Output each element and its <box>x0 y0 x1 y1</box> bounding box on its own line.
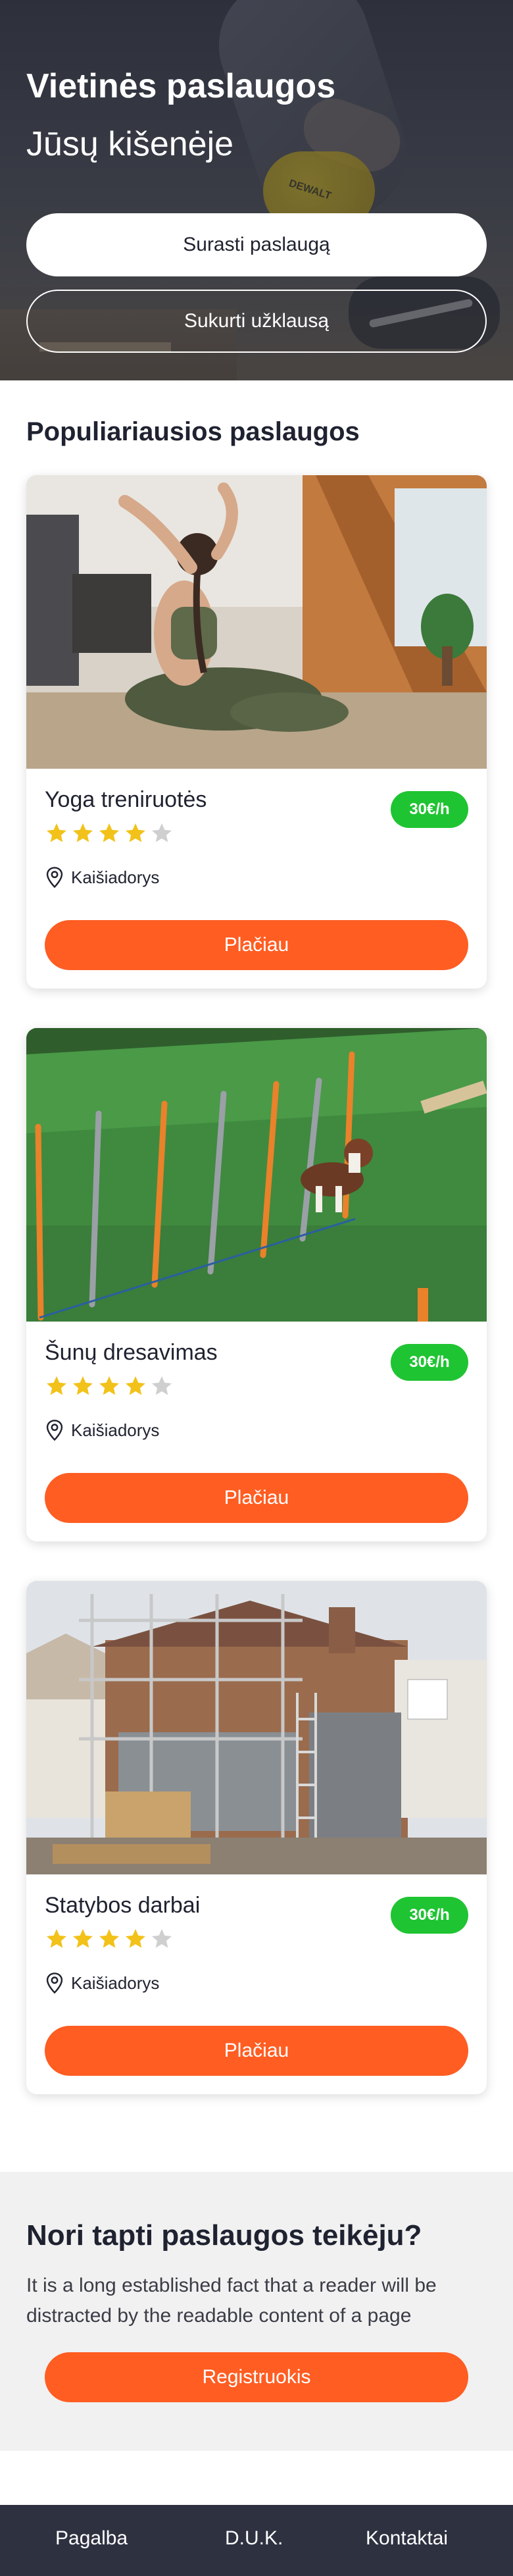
rating-stars <box>45 1927 174 1951</box>
footer-link-help[interactable]: Pagalba <box>55 2527 128 2550</box>
service-card-yoga[interactable]: Yoga treniruotės 30€/h Kaišiadorys Plači… <box>26 475 487 989</box>
location-pin-icon <box>46 867 63 889</box>
location-text: Kaišiadorys <box>71 1420 160 1440</box>
more-info-button[interactable]: Plačiau <box>45 920 468 970</box>
footer-link-faq[interactable]: D.U.K. <box>225 2527 283 2550</box>
star-filled-icon <box>99 823 119 842</box>
yoga-photo <box>26 475 487 769</box>
star-filled-icon <box>99 1929 119 1948</box>
location-pin-icon <box>46 1972 63 1994</box>
price-badge: 30€/h <box>391 791 468 828</box>
star-filled-icon <box>73 1929 93 1948</box>
service-title: Yoga treniruotės <box>45 787 207 812</box>
star-filled-icon <box>73 823 93 842</box>
rating-stars <box>45 821 174 845</box>
become-provider-text: It is a long established fact that a rea… <box>26 2275 437 2327</box>
find-service-button[interactable]: Surasti paslaugą <box>26 213 487 276</box>
star-filled-icon <box>126 823 145 842</box>
service-image-construction <box>26 1581 487 1874</box>
location: Kaišiadorys <box>45 1419 159 1441</box>
location: Kaišiadorys <box>45 866 159 889</box>
service-card-construction[interactable]: Statybos darbai 30€/h Kaišiadorys Plačia… <box>26 1581 487 2094</box>
service-image-dog-training <box>26 1028 487 1322</box>
star-empty-icon <box>152 823 172 842</box>
service-card-dog-training[interactable]: Šunų dresavimas 30€/h Kaišiadorys Plačia… <box>26 1028 487 1541</box>
star-filled-icon <box>126 1376 145 1395</box>
star-filled-icon <box>47 1929 66 1948</box>
dog-training-photo <box>26 1028 487 1322</box>
footer: Pagalba D.U.K. Kontaktai <box>0 2505 513 2576</box>
become-provider-section: Nori tapti paslaugos teikėju? It is a lo… <box>0 2172 513 2451</box>
footer-link-contacts[interactable]: Kontaktai <box>366 2527 448 2550</box>
service-title: Šunų dresavimas <box>45 1340 218 1365</box>
service-title: Statybos darbai <box>45 1893 201 1918</box>
location: Kaišiadorys <box>45 1972 159 1994</box>
star-filled-icon <box>99 1376 119 1395</box>
location-text: Kaišiadorys <box>71 867 160 887</box>
create-request-button[interactable]: Sukurti užklausą <box>26 290 487 353</box>
location-text: Kaišiadorys <box>71 1972 160 1993</box>
star-filled-icon <box>126 1929 145 1948</box>
star-filled-icon <box>47 1376 66 1395</box>
register-button[interactable]: Registruokis <box>45 2352 468 2402</box>
hero-section: DEWALT Vietinės paslaugos Jūsų kišenėje … <box>0 0 513 380</box>
star-filled-icon <box>73 1376 93 1395</box>
become-provider-title: Nori tapti paslaugos teikėju? <box>26 2219 422 2252</box>
star-empty-icon <box>152 1376 172 1395</box>
popular-services-title: Populiariausios paslaugos <box>26 417 360 446</box>
construction-photo <box>26 1581 487 1874</box>
service-image-yoga <box>26 475 487 769</box>
more-info-button[interactable]: Plačiau <box>45 2026 468 2076</box>
star-filled-icon <box>47 823 66 842</box>
rating-stars <box>45 1374 174 1398</box>
more-info-button[interactable]: Plačiau <box>45 1473 468 1523</box>
star-empty-icon <box>152 1929 172 1948</box>
hero-title: Vietinės paslaugos <box>26 67 336 105</box>
price-badge: 30€/h <box>391 1897 468 1934</box>
hero-subtitle: Jūsų kišenėje <box>26 125 234 163</box>
price-badge: 30€/h <box>391 1344 468 1381</box>
location-pin-icon <box>46 1420 63 1441</box>
